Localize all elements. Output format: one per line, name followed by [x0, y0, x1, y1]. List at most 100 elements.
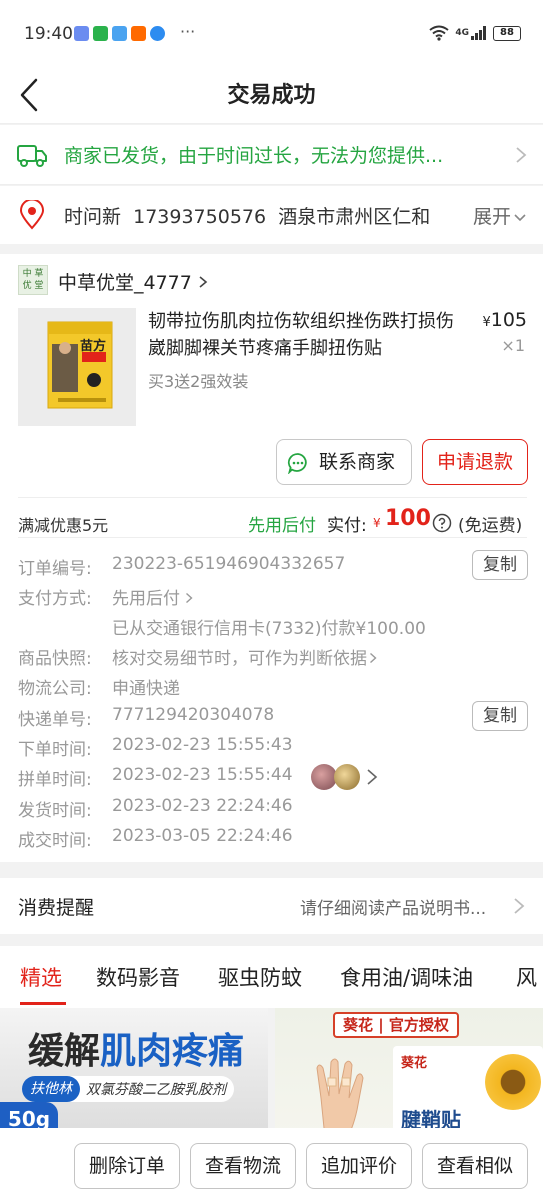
- address-text: 时问新 17393750576 酒泉市肃州区仁和: [64, 202, 484, 229]
- app-icon: [150, 26, 165, 41]
- divider: [18, 497, 527, 498]
- chevron-right-icon[interactable]: [366, 768, 378, 786]
- group-time-label: 拼单时间:: [18, 770, 92, 790]
- receiver-address: 酒泉市肃州区仁和: [278, 206, 431, 228]
- shop-logo: 中 草 优 堂: [18, 265, 48, 295]
- payment-method: 先用后付: [112, 589, 180, 609]
- payment-method-link[interactable]: 先用后付: [112, 584, 193, 609]
- address-expand-button[interactable]: 展开: [466, 202, 527, 229]
- category-tabs: 精选 数码影音 驱虫防蚊 食用油/调味油 风: [0, 946, 543, 1008]
- price-symbol: ¥: [482, 315, 491, 330]
- discount-text: 满减优惠5元: [18, 516, 109, 535]
- receiver-phone: 17393750576: [133, 206, 267, 228]
- address-row[interactable]: 时问新 17393750576 酒泉市肃州区仁和 展开: [0, 186, 543, 244]
- snapshot-link[interactable]: 核对交易细节时，可作为判断依据: [112, 644, 377, 669]
- copy-order-number-button[interactable]: 复制: [472, 550, 528, 580]
- product-image[interactable]: 苗方: [18, 308, 136, 426]
- freight-text: (免运费): [458, 516, 523, 536]
- ship-time-label: 发货时间:: [18, 801, 92, 821]
- recommended-product-card[interactable]: 缓解肌肉疼痛 扶他林 双氯芬酸二乙胺乳胶剂 50g: [0, 1008, 268, 1128]
- status-app-icons: [74, 26, 165, 41]
- signal-icon: [471, 26, 486, 40]
- add-review-button[interactable]: 追加评价: [306, 1143, 412, 1189]
- chevron-right-icon: [199, 276, 208, 288]
- ad-subtitle-text: 双氯芬酸二乙胺乳胶剂: [86, 1082, 226, 1098]
- paid-amount: 100: [385, 506, 431, 531]
- chevron-right-icon: [370, 652, 377, 664]
- bottom-action-bar: 删除订单 查看物流 追加评价 查看相似: [0, 1128, 543, 1200]
- shop-name-link[interactable]: 中草优堂_4777: [58, 268, 208, 295]
- contact-seller-label: 联系商家: [318, 451, 395, 473]
- order-time: 2023-02-23 15:55:43: [112, 735, 293, 755]
- ad-official-banner: 葵花 | 官方授权: [333, 1012, 459, 1038]
- help-icon[interactable]: [432, 513, 452, 533]
- reminder-title: 消费提醒: [18, 897, 95, 919]
- refund-button[interactable]: 申请退款: [422, 439, 528, 485]
- chevron-right-icon: [514, 898, 525, 914]
- ad-box-brand: 葵花: [401, 1056, 428, 1071]
- shop-name: 中草优堂_4777: [58, 272, 192, 294]
- battery-icon: 88: [493, 25, 521, 41]
- chevron-right-icon: [516, 147, 527, 163]
- ship-time: 2023-02-23 22:24:46: [112, 796, 293, 816]
- payment-method-label: 支付方式:: [18, 589, 92, 609]
- avatar[interactable]: [334, 764, 360, 790]
- wechat-icon: [93, 26, 108, 41]
- recommendations: 缓解肌肉疼痛 扶他林 双氯芬酸二乙胺乳胶剂 50g 葵花 | 官方授权 葵花 腱鞘…: [0, 1008, 543, 1128]
- product-box-image: [18, 308, 136, 426]
- product-image-label: 苗方: [80, 339, 107, 354]
- status-more-icon: ···: [180, 22, 196, 41]
- ad-weight-badge: 50g: [0, 1102, 58, 1128]
- logistics-company: 申通快递: [112, 679, 180, 699]
- paid-label: 实付:: [327, 516, 367, 536]
- tab-more[interactable]: 风: [516, 962, 537, 992]
- tracking-number-label: 快递单号:: [18, 710, 92, 730]
- tab-insect-repellent[interactable]: 驱虫防蚊: [218, 962, 302, 992]
- group-time: 2023-02-23 15:55:44: [112, 765, 293, 785]
- tab-featured[interactable]: 精选: [20, 962, 62, 992]
- chat-icon: [287, 453, 307, 474]
- app-icon: [112, 26, 127, 41]
- product-spec: 买3送2强效装: [148, 372, 249, 391]
- divider: [18, 537, 527, 538]
- logistics-company-label: 物流公司:: [18, 679, 92, 699]
- hand-image: [316, 1058, 364, 1128]
- chevron-down-icon: [514, 214, 526, 222]
- shipping-status-row[interactable]: 商家已发货，由于时间过长，无法为您提供...: [0, 125, 543, 185]
- app-icon: [74, 26, 89, 41]
- page-title: 交易成功: [227, 83, 316, 108]
- order-card: 中 草 优 堂 中草优堂_4777 苗方 韧带拉伤肌肉拉伤软组织挫伤跌打损伤崴脚…: [0, 254, 543, 862]
- ad-brand: 扶他林: [22, 1076, 80, 1102]
- ad-product-box: 葵花 腱鞘贴: [393, 1046, 543, 1128]
- reminder-value: 请仔细阅读产品说明书...: [300, 899, 487, 919]
- order-time-label: 下单时间:: [18, 740, 92, 760]
- tab-cooking-oil[interactable]: 食用油/调味油: [340, 962, 473, 992]
- tracking-number: 777129420304078: [112, 705, 275, 725]
- product-title[interactable]: 韧带拉伤肌肉拉伤软组织挫伤跌打损伤崴脚脚裸关节疼痛手脚扭伤贴: [148, 308, 468, 362]
- location-pin-icon: [19, 200, 45, 230]
- snapshot-text: 核对交易细节时，可作为判断依据: [112, 649, 367, 669]
- order-number-label: 订单编号:: [18, 559, 92, 579]
- tab-digital-av[interactable]: 数码影音: [96, 962, 180, 992]
- status-bar: 19:40 ··· 4G 88: [0, 0, 543, 68]
- recommended-product-card[interactable]: 葵花 | 官方授权 葵花 腱鞘贴: [275, 1008, 543, 1128]
- consumer-reminder-row[interactable]: 消费提醒 请仔细阅读产品说明书...: [0, 878, 543, 934]
- truck-icon: [17, 145, 47, 167]
- taobao-icon: [131, 26, 146, 41]
- pay-later-label: 先用后付: [248, 516, 316, 536]
- copy-tracking-number-button[interactable]: 复制: [472, 701, 528, 731]
- shipping-status-text: 商家已发货，由于时间过长，无法为您提供...: [64, 145, 444, 167]
- ad-title-a: 缓解: [28, 1031, 101, 1072]
- payment-detail: 已从交通银行信用卡(7332)付款¥100.00: [112, 619, 426, 639]
- deal-time: 2023-03-05 22:24:46: [112, 826, 293, 846]
- deal-time-label: 成交时间:: [18, 831, 92, 851]
- view-similar-button[interactable]: 查看相似: [422, 1143, 528, 1189]
- view-logistics-button[interactable]: 查看物流: [190, 1143, 296, 1189]
- product-quantity: ×1: [501, 336, 525, 355]
- contact-seller-button[interactable]: 联系商家: [276, 439, 412, 485]
- order-number: 230223-651946904332657: [112, 554, 346, 574]
- paid-currency: ¥: [373, 516, 381, 530]
- ad-title: 缓解肌肉疼痛: [28, 1022, 244, 1074]
- active-tab-indicator: [20, 1002, 66, 1005]
- delete-order-button[interactable]: 删除订单: [74, 1143, 180, 1189]
